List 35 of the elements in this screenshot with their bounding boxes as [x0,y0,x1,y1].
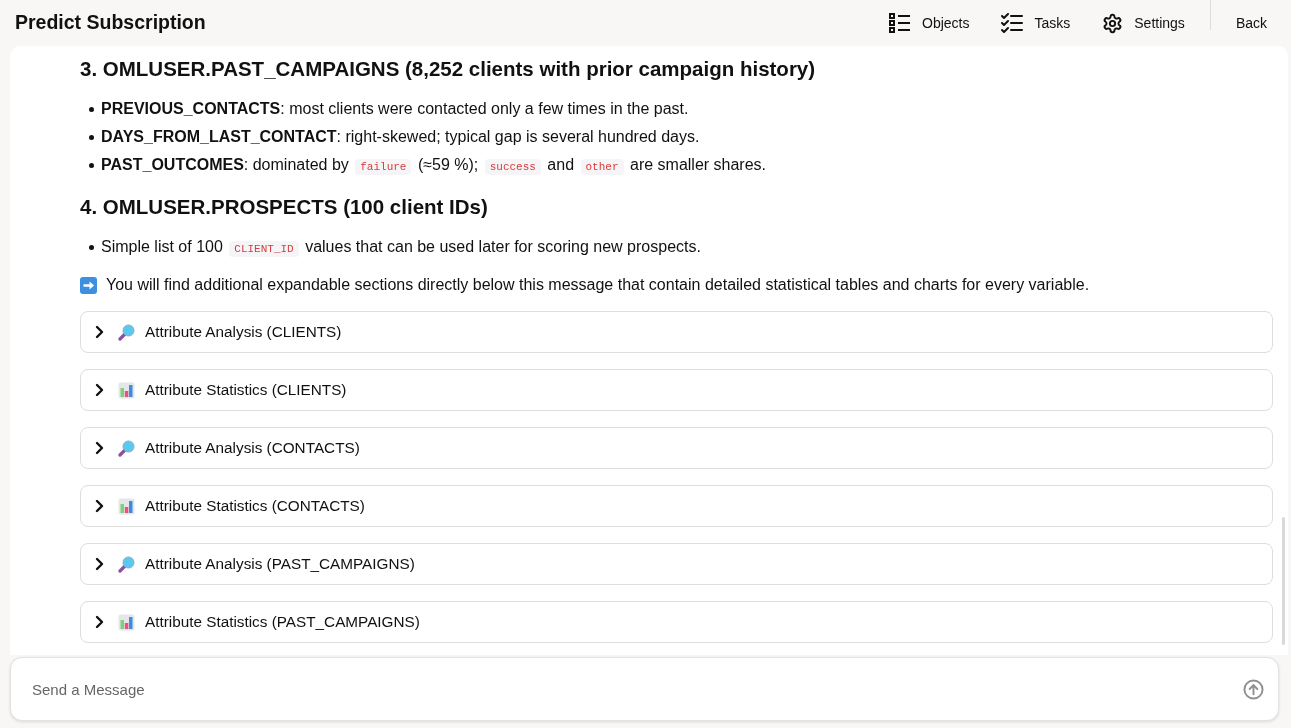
list-icon [889,13,911,33]
bullet-icon [89,106,94,112]
message-composer[interactable]: Send a Message [10,657,1279,721]
nav-button[interactable]: Tasks [985,5,1087,41]
note-text: You will find additional expandable sections directly below this message that contain detailed statistical tables and charts for every variable. [106,275,1090,295]
section-heading: 3. OMLUSER.PAST_CAMPAIGNS (8,252 clients with prior campaign history) [80,56,816,82]
nav-button[interactable]: Objects [873,5,986,41]
bar-chart-icon [118,613,135,631]
checklist-icon [1001,13,1024,33]
send-icon [1242,678,1264,700]
collapsible-section[interactable]: Attribute Analysis (PAST_CAMPAIGNS) [80,543,1273,585]
magnifier-icon [118,323,135,341]
collapsible-section[interactable]: Attribute Analysis (CONTACTS) [80,427,1273,469]
bullet-icon [89,162,94,168]
collapsible-section[interactable]: Attribute Statistics (CLIENTS) [80,369,1273,411]
app-title: Predict Subscription [15,10,207,36]
settings-icon [1102,12,1124,34]
list-item-text: PREVIOUS_CONTACTS: most clients were contacted only a few times in the past. [101,99,689,119]
collapsible-section[interactable]: Attribute Analysis (CLIENTS) [80,311,1273,353]
list-item-text: Simple list of 100 CLIENT_ID values that can be used later for scoring new prospects. [101,237,701,259]
section-heading: 4. OMLUSER.PROSPECTS (100 client IDs) [80,194,488,220]
magnifier-icon [118,555,135,573]
list-item-text: PAST_OUTCOMES: dominated by failure (≈59 %); success and other are smaller shares. [101,155,767,177]
send-button[interactable] [1242,678,1264,700]
bullet-icon [89,244,94,250]
scrollbar[interactable] [1282,517,1285,645]
bar-chart-icon [118,497,135,515]
bar-chart-icon [118,381,135,399]
collapsible-section[interactable]: Attribute Statistics (PAST_CAMPAIGNS) [80,601,1273,643]
collapsible-section[interactable]: Attribute Statistics (CONTACTS) [80,485,1273,527]
magnifier-icon [118,439,135,457]
back-button[interactable]: Back [1210,5,1291,41]
list-item-text: DAYS_FROM_LAST_CONTACT: right-skewed; typical gap is several hundred days. [101,127,700,147]
bullet-icon [89,134,94,140]
nav-button[interactable]: Settings [1086,5,1201,41]
